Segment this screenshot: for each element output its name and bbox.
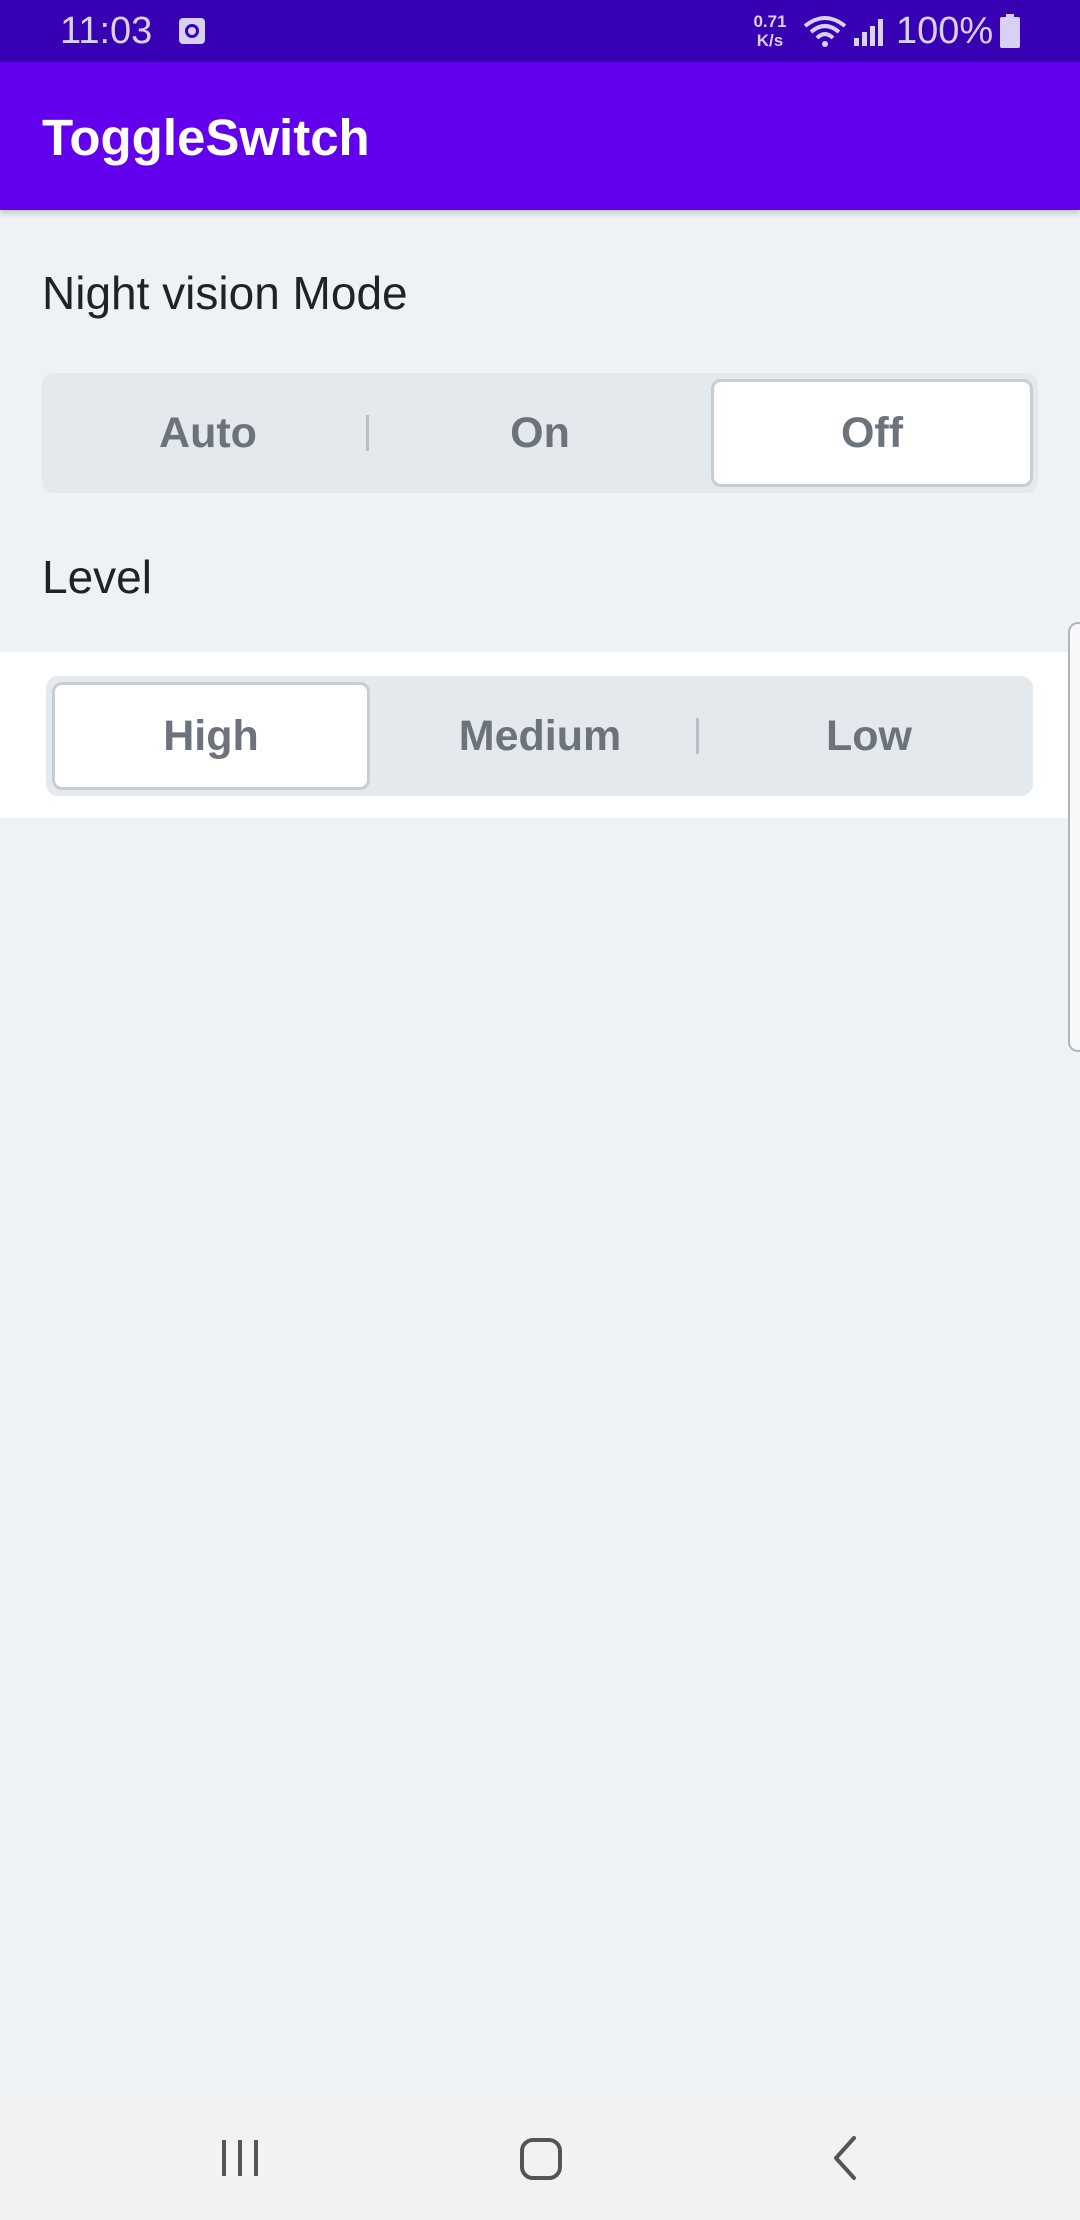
level-option-low[interactable]: Low: [710, 682, 1028, 790]
level-toggle: High Medium Low: [46, 676, 1033, 796]
level-option-medium[interactable]: Medium: [381, 682, 699, 790]
clock-icon: [178, 16, 206, 46]
app-bar: ToggleSwitch: [0, 62, 1080, 210]
signal-icon: [852, 16, 888, 48]
segment-divider: [366, 415, 369, 451]
segment-divider: [696, 718, 699, 754]
navigation-bar: [0, 2094, 1080, 2220]
network-speed: 0.71 K/s: [745, 12, 795, 50]
network-speed-unit: K/s: [756, 31, 784, 50]
app-title: ToggleSwitch: [42, 109, 370, 166]
level-label: Level: [42, 551, 152, 603]
status-time: 11:03: [60, 10, 153, 52]
status-bar: 11:03 0.71 K/s 100%: [0, 0, 1080, 62]
night-vision-option-auto[interactable]: Auto: [48, 379, 368, 487]
edge-panel-handle[interactable]: [1068, 622, 1080, 1052]
night-vision-option-off[interactable]: Off: [711, 379, 1033, 487]
network-speed-value: 0.71: [753, 12, 787, 31]
level-option-high[interactable]: High: [52, 682, 370, 790]
night-vision-toggle: Auto On Off: [42, 373, 1038, 493]
recents-icon[interactable]: [218, 2136, 262, 2185]
night-vision-option-on[interactable]: On: [380, 379, 700, 487]
battery-level: 100%: [896, 10, 994, 52]
back-icon[interactable]: [826, 2134, 866, 2187]
battery-icon: [1000, 14, 1020, 48]
night-vision-label: Night vision Mode: [42, 267, 408, 319]
home-icon[interactable]: [518, 2136, 564, 2187]
wifi-icon: [802, 14, 848, 50]
